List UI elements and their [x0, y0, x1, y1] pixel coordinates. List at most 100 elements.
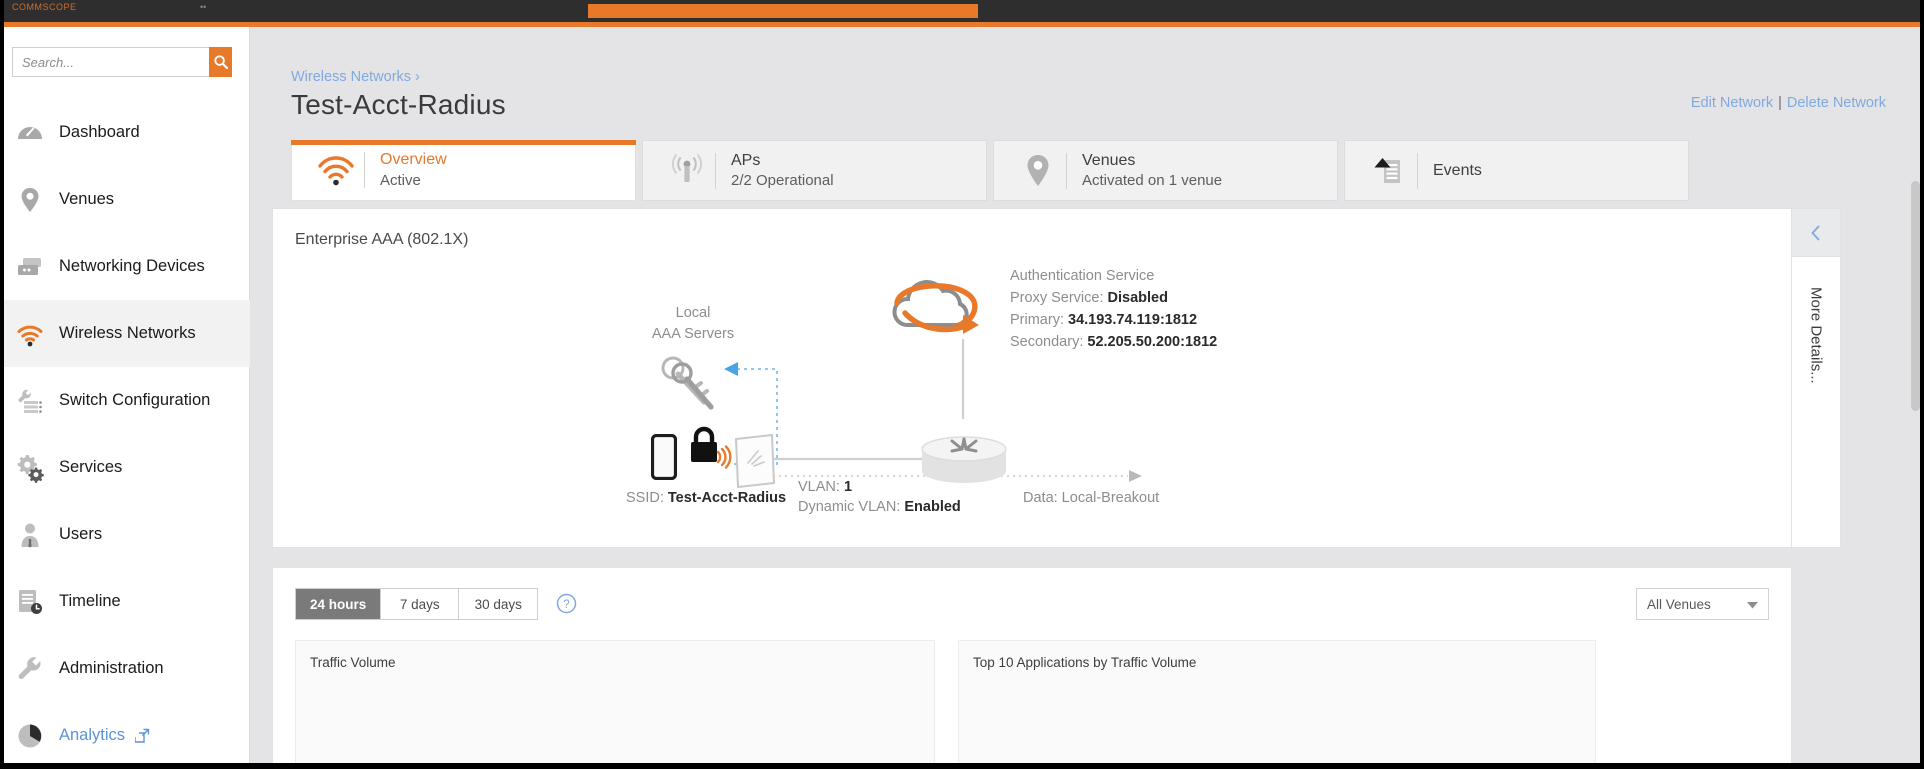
dynamic-vlan-value: Enabled	[904, 499, 961, 515]
tab-divider	[715, 152, 716, 189]
sidebar-item-dashboard[interactable]: Dashboard	[0, 99, 250, 166]
tab-events[interactable]: Events	[1344, 140, 1689, 201]
proxy-service-label: Proxy Service:	[1010, 290, 1104, 307]
sidebar-item-label: Users	[59, 525, 103, 543]
tab-divider	[1417, 152, 1418, 189]
delete-network-link[interactable]: Delete Network	[1787, 95, 1886, 111]
tab-divider	[1066, 152, 1067, 189]
page-title: Test-Acct-Radius	[291, 89, 506, 120]
range-7-days[interactable]: 7 days	[381, 589, 460, 619]
sidebar-item-wireless-networks[interactable]: Wireless Networks	[0, 300, 250, 367]
timeline-icon	[10, 582, 50, 622]
search-input[interactable]	[12, 47, 209, 77]
range-30-days[interactable]: 30 days	[459, 589, 538, 619]
sidebar-item-label: Dashboard	[59, 123, 140, 141]
sidebar-item-label: Administration	[59, 659, 164, 677]
secondary-server-label: Secondary:	[1010, 334, 1084, 351]
edit-network-link[interactable]: Edit Network	[1691, 95, 1773, 111]
events-icon	[1367, 149, 1411, 193]
local-aaa-line2: AAA Servers	[651, 326, 735, 343]
vlan-value: 1	[843, 479, 853, 495]
sidebar-item-services[interactable]: Services	[0, 434, 250, 501]
ssid-value: Test-Acct-Radius	[667, 490, 787, 506]
user-icon	[10, 515, 50, 555]
primary-server-label: Primary:	[1010, 312, 1064, 329]
sidebar-item-analytics[interactable]: Analytics	[0, 702, 250, 769]
page-edge-left	[0, 0, 4, 769]
product-logo: COMMSCOPE	[12, 2, 77, 12]
page-edge-right	[1920, 0, 1924, 769]
sidebar-item-networking-devices[interactable]: Networking Devices	[0, 233, 250, 300]
ssid-label: SSID:	[626, 490, 664, 506]
wifi-icon	[314, 148, 358, 192]
tab-title: APs	[731, 151, 761, 169]
main-content: Wireless Networks › Test-Acct-Radius Edit…	[250, 27, 1924, 769]
access-point-icon	[730, 433, 778, 494]
secondary-server-row: Secondary: 52.205.50.200:1812	[1010, 331, 1217, 353]
tab-title: Venues	[1082, 151, 1136, 169]
tab-venues[interactable]: Venues Activated on 1 venue	[993, 140, 1338, 201]
vlan-label: VLAN:	[798, 479, 840, 495]
proxy-service-value: Disabled	[1107, 290, 1168, 307]
dynamic-vlan-row: Dynamic VLAN: Enabled	[798, 499, 961, 515]
venue-filter-select[interactable]: All Venues	[1636, 588, 1769, 620]
tab-text: Overview Active	[380, 149, 447, 191]
pie-chart-icon	[10, 716, 50, 756]
more-details-label[interactable]: More Details...	[1808, 287, 1825, 384]
network-actions: Edit Network | Delete Network	[1691, 95, 1886, 111]
cloud-service-icon	[877, 269, 987, 350]
wrench-icon	[10, 649, 50, 689]
breadcrumb[interactable]: Wireless Networks ›	[291, 69, 420, 85]
breadcrumb-link[interactable]: Wireless Networks	[291, 69, 411, 85]
range-24-hours[interactable]: 24 hours	[296, 589, 382, 619]
breadcrumb-chevron-icon: ›	[415, 69, 420, 85]
ssid-row: SSID: Test-Acct-Radius	[626, 490, 786, 506]
search-button[interactable]	[209, 47, 232, 77]
tab-bar: Overview Active APs 2/2 Operational Venu…	[291, 140, 1689, 201]
wifi-icon	[10, 314, 50, 354]
content-scrollbar[interactable]	[1911, 177, 1920, 767]
tab-subtitle: 2/2 Operational	[731, 172, 834, 190]
sidebar-item-label: Services	[59, 458, 123, 476]
tab-subtitle: Activated on 1 venue	[1082, 172, 1223, 190]
analytics-card: 24 hours 7 days 30 days ? All Venues Tra…	[272, 567, 1792, 769]
mobile-device-icon	[650, 433, 678, 485]
sidebar-item-venues[interactable]: Venues	[0, 166, 250, 233]
action-separator: |	[1778, 95, 1782, 111]
sidebar-item-label: Venues	[59, 190, 115, 208]
devices-icon	[10, 247, 50, 287]
primary-server-value: 34.193.74.119:1812	[1068, 312, 1198, 329]
sidebar-item-label: Analytics	[59, 726, 126, 744]
primary-server-row: Primary: 34.193.74.119:1812	[1010, 309, 1217, 331]
tab-text: APs 2/2 Operational	[731, 150, 834, 192]
topbar-active-tab-stub[interactable]	[588, 4, 978, 18]
sidebar-item-switch-configuration[interactable]: Switch Configuration	[0, 367, 250, 434]
sidebar-nav: Dashboard Venues Networking Devices Wire…	[0, 99, 250, 769]
venue-filter-value: All Venues	[1647, 596, 1711, 612]
tab-aps[interactable]: APs 2/2 Operational	[642, 140, 987, 201]
antenna-icon	[665, 149, 709, 193]
data-breakout-label: Data: Local-Breakout	[1023, 490, 1160, 506]
sidebar-item-timeline[interactable]: Timeline	[0, 568, 250, 635]
local-aaa-line1: Local	[675, 305, 711, 321]
collapse-details-button[interactable]	[1792, 209, 1840, 257]
map-pin-icon	[1016, 149, 1060, 193]
tab-divider	[364, 152, 365, 188]
sidebar-item-label: Timeline	[59, 592, 121, 610]
sidebar-item-label: Wireless Networks	[59, 324, 196, 342]
caret-down-icon	[1747, 597, 1758, 612]
sidebar-item-users[interactable]: Users	[0, 501, 250, 568]
question-circle-icon[interactable]: ?	[556, 593, 577, 619]
sidebar-item-administration[interactable]: Administration	[0, 635, 250, 702]
keys-icon	[658, 354, 716, 419]
secondary-server-value: 52.205.50.200:1812	[1087, 334, 1218, 351]
app-root: COMMSCOPE •• Dashb	[0, 0, 1924, 769]
top-applications-panel: Top 10 Applications by Traffic Volume	[958, 640, 1596, 769]
router-icon	[919, 431, 1009, 492]
tab-text: Events	[1433, 160, 1482, 182]
panel-title: Traffic Volume	[310, 655, 396, 670]
topbar-ellipsis: ••	[200, 2, 207, 12]
tab-text: Venues Activated on 1 venue	[1082, 150, 1222, 192]
scrollbar-thumb[interactable]	[1911, 181, 1920, 411]
tab-overview[interactable]: Overview Active	[291, 140, 636, 201]
